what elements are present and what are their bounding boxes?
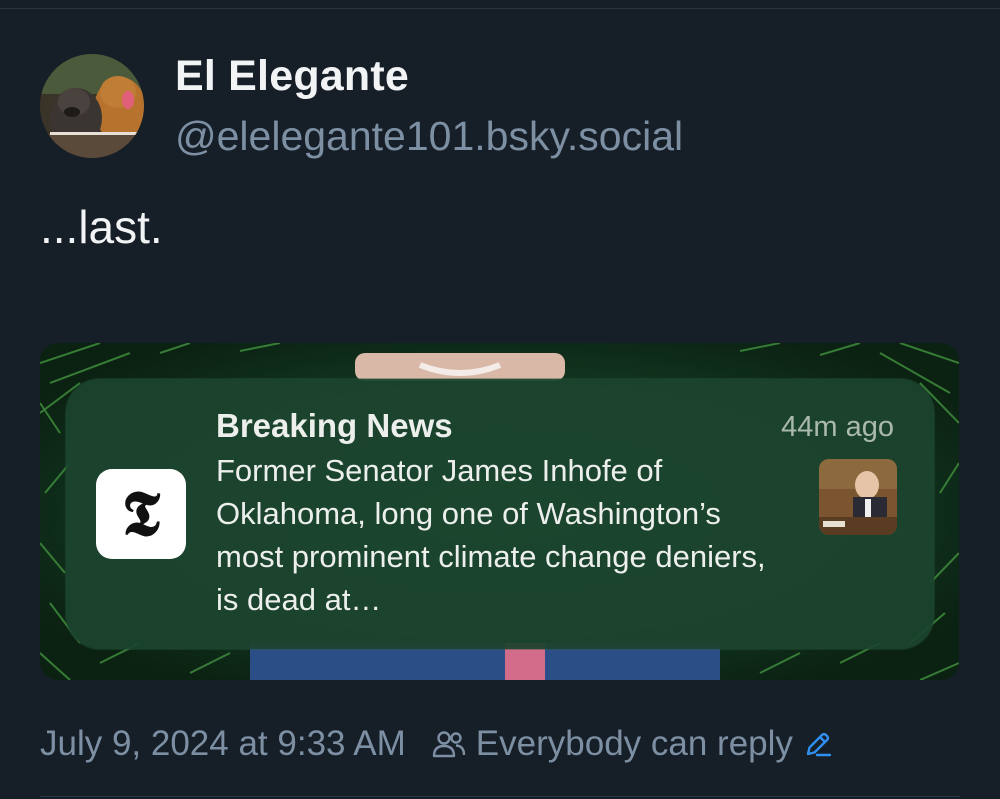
author-avatar[interactable]: [40, 54, 144, 158]
news-notification-card: 𝕿 Breaking News 44m ago Former Senator J…: [66, 379, 934, 649]
post-meta-row: July 9, 2024 at 9:33 AM Everybody can re…: [40, 722, 833, 766]
senator-photo-thumbnail: [819, 459, 897, 535]
bottom-divider: [40, 796, 960, 797]
nyt-app-icon: 𝕿: [96, 469, 186, 559]
edit-pencil-icon[interactable]: [803, 729, 833, 759]
post-thread-view: El Elegante @elelegante101.bsky.social .…: [0, 0, 1000, 799]
nyt-logo-glyph: 𝕿: [121, 477, 161, 550]
notification-thumbnail: [819, 459, 897, 535]
top-divider: [0, 0, 1000, 9]
author-display-name[interactable]: El Elegante: [175, 52, 409, 101]
post-image-embed[interactable]: 𝕿 Breaking News 44m ago Former Senator J…: [40, 343, 959, 680]
notification-time: 44m ago: [781, 411, 894, 443]
reply-setting-text[interactable]: Everybody can reply: [476, 724, 793, 764]
post-timestamp: July 9, 2024 at 9:33 AM: [40, 724, 406, 763]
avatar-image: [40, 54, 144, 158]
author-handle[interactable]: @elelegante101.bsky.social: [175, 113, 683, 160]
people-icon: [432, 729, 466, 759]
post-text: ...last.: [40, 201, 163, 253]
notification-title: Breaking News: [216, 407, 453, 444]
notification-body: Former Senator James Inhofe of Oklahoma,…: [216, 453, 766, 617]
